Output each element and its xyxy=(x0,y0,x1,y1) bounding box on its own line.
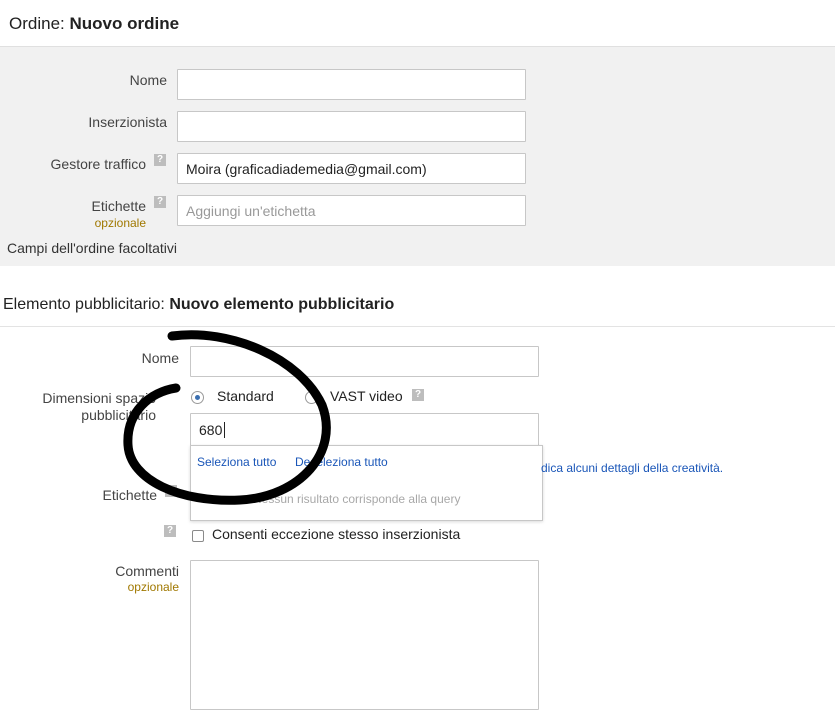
sizes-label-line2: pubblicitario xyxy=(81,407,156,423)
same-advertiser-exception-label[interactable]: Consenti eccezione stesso inserzionista xyxy=(212,526,460,542)
creative-details-hint: dica alcuni dettagli della creatività. xyxy=(541,461,724,475)
radio-vast-video[interactable] xyxy=(305,391,318,404)
comments-label: Commenti xyxy=(115,563,179,579)
order-labels-label: Etichette xyxy=(91,198,146,214)
size-search-input[interactable] xyxy=(190,413,539,446)
trafficker-label: Gestore traffico xyxy=(50,156,146,172)
order-name-input[interactable] xyxy=(177,69,526,100)
order-title-name: Nuovo ordine xyxy=(69,14,180,33)
order-name-label: Nome xyxy=(129,72,167,88)
order-labels-optional: opzionale xyxy=(94,216,146,230)
line-item-divider xyxy=(0,326,835,327)
optional-order-fields-link[interactable]: Campi dell'ordine facoltativi xyxy=(7,240,177,256)
comments-optional: opzionale xyxy=(127,580,179,594)
line-item-labels-help-icon[interactable]: ? xyxy=(165,485,177,497)
same-advertiser-exception-checkbox[interactable] xyxy=(192,530,204,542)
radio-standard[interactable] xyxy=(191,391,204,404)
select-all-link[interactable]: Seleziona tutto xyxy=(197,455,276,469)
radio-standard-label[interactable]: Standard xyxy=(217,388,274,404)
trafficker-input[interactable] xyxy=(177,153,526,184)
radio-vast-video-label[interactable]: VAST video xyxy=(330,388,403,404)
line-item-name-input[interactable] xyxy=(190,346,539,377)
comments-textarea[interactable] xyxy=(190,560,539,710)
line-item-labels-label: Etichette xyxy=(102,487,157,503)
advertiser-input[interactable] xyxy=(177,111,526,142)
size-dropdown: Seleziona tutto Deseleziona tutto Nessun… xyxy=(190,445,543,521)
no-results-text: Nessun risultato corrisponde alla query xyxy=(253,492,461,506)
order-title-prefix: Ordine: xyxy=(9,14,70,33)
order-title: Ordine: Nuovo ordine xyxy=(9,14,179,34)
line-item-title: Elemento pubblicitario: Nuovo elemento p… xyxy=(3,296,394,314)
vast-help-icon[interactable]: ? xyxy=(412,389,424,401)
line-item-name-label: Nome xyxy=(141,350,179,366)
exception-help-icon[interactable]: ? xyxy=(164,525,176,537)
advertiser-label: Inserzionista xyxy=(88,114,167,130)
sizes-label-line1: Dimensioni spazio xyxy=(42,390,156,406)
order-labels-help-icon[interactable]: ? xyxy=(154,196,166,208)
line-item-title-name: Nuovo elemento pubblicitario xyxy=(169,296,395,313)
line-item-title-prefix: Elemento pubblicitario: xyxy=(3,296,170,313)
text-cursor xyxy=(224,422,225,438)
order-labels-input[interactable] xyxy=(177,195,526,226)
deselect-all-link[interactable]: Deseleziona tutto xyxy=(295,455,388,469)
trafficker-help-icon[interactable]: ? xyxy=(154,154,166,166)
